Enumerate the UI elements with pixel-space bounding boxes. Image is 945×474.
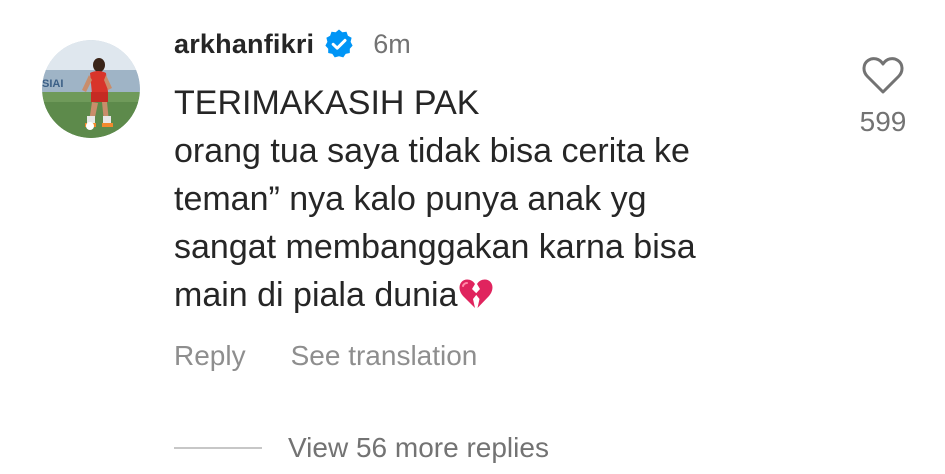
comment-line: TERIMAKASIH PAK [174, 84, 480, 122]
comment-line: main di piala dunia [174, 276, 458, 314]
like-control: 599 [850, 54, 916, 138]
avatar-logo-text: SIAI [42, 78, 63, 90]
username[interactable]: arkhanfikri [174, 29, 314, 60]
verified-badge-icon [323, 28, 355, 60]
broken-heart-emoji-icon [458, 276, 494, 310]
avatar[interactable]: SIAI [42, 40, 140, 138]
replies-divider [174, 447, 262, 449]
comment-item: SIAI arkhanfikri 6m TERIMAKASIH PAK oran… [0, 0, 945, 474]
comment-timestamp: 6m [373, 28, 411, 59]
comment-line: orang tua saya tidak bisa cerita ke [174, 132, 690, 170]
view-more-replies-label[interactable]: View 56 more replies [288, 432, 549, 464]
reply-button[interactable]: Reply [174, 340, 246, 372]
comment-text: TERIMAKASIH PAK orang tua saya tidak bis… [174, 79, 834, 319]
see-translation-button[interactable]: See translation [291, 340, 478, 372]
view-more-replies[interactable]: View 56 more replies [174, 428, 549, 468]
comment-actions: Reply See translation [174, 336, 477, 376]
comment-line-last: main di piala dunia [174, 271, 834, 319]
heart-outline-icon[interactable] [860, 54, 906, 96]
comment-header: arkhanfikri 6m [174, 24, 411, 64]
comment-line: sangat membanggakan karna bisa [174, 228, 696, 266]
like-count: 599 [859, 106, 907, 137]
avatar-photo: SIAI [42, 40, 140, 138]
comment-line: teman” nya kalo punya anak yg [174, 180, 647, 218]
